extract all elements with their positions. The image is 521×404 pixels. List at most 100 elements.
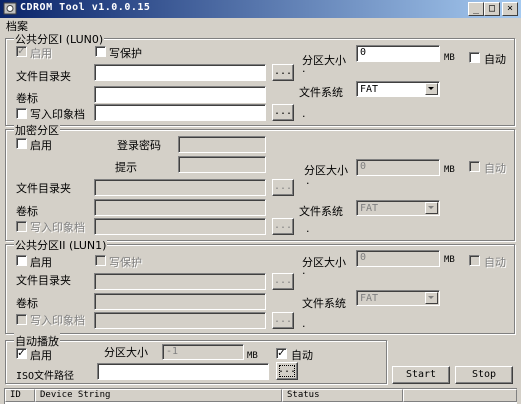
encrypted-fs-value: FAT — [360, 203, 379, 214]
encrypted-folder-input[interactable] — [94, 179, 266, 196]
public1-image-input[interactable] — [94, 104, 266, 121]
encrypted-volume-input[interactable] — [94, 199, 266, 216]
public2-folder-label: 文件目录夹 — [16, 274, 71, 287]
encrypted-write-image-checkbox[interactable] — [16, 221, 27, 232]
public1-write-protect-checkbox[interactable] — [95, 46, 106, 57]
public2-auto-checkbox[interactable] — [469, 255, 480, 266]
public2-image-dot: . — [302, 317, 306, 330]
chevron-down-icon — [425, 83, 438, 95]
encrypted-image-browse-button[interactable]: ... — [272, 218, 294, 235]
encrypted-partition-legend: 加密分区 — [14, 122, 60, 138]
encrypted-image-dot: . — [306, 222, 310, 235]
encrypted-fs-select[interactable]: FAT — [356, 200, 440, 216]
public2-size-dot: . — [302, 264, 306, 277]
device-list[interactable]: ID Device String Status — [4, 388, 517, 404]
autoplay-auto-checkbox[interactable]: ✓ — [276, 348, 287, 359]
public2-volume-input[interactable] — [94, 293, 266, 310]
public1-fs-label: 文件系统 — [299, 86, 343, 99]
iso-browse-button[interactable]: ... — [276, 362, 298, 380]
encrypted-write-image-label: 写入印象档 — [30, 221, 85, 234]
window-title: CDROM Tool v1.0.0.15 — [20, 2, 151, 13]
public2-enable-label: 启用 — [30, 256, 52, 269]
chevron-down-icon — [425, 202, 438, 214]
maximize-button[interactable]: □ — [484, 2, 500, 16]
autoplay-size-unit: MB — [247, 351, 258, 361]
public1-fs-value: FAT — [360, 84, 379, 95]
public1-fs-select[interactable]: FAT — [356, 81, 440, 97]
column-header-id[interactable]: ID — [5, 389, 35, 402]
public1-auto-checkbox[interactable] — [469, 52, 480, 63]
public2-folder-input[interactable] — [94, 273, 266, 290]
close-button[interactable]: × — [502, 2, 518, 16]
public1-enable-checkbox[interactable]: ✓ — [16, 46, 27, 57]
autoplay-size-input[interactable]: -1 — [162, 344, 244, 360]
public2-size-label: 分区大小 — [302, 256, 346, 269]
public2-folder-browse-button[interactable]: ... — [272, 273, 294, 290]
public1-folder-input[interactable] — [94, 64, 266, 81]
start-button[interactable]: Start — [392, 366, 450, 384]
public1-auto-label: 自动 — [484, 53, 506, 66]
public-partition-2-legend: 公共分区II (LUN1) — [14, 237, 108, 253]
public1-write-protect-label: 写保护 — [109, 47, 142, 60]
public2-fs-value: FAT — [360, 293, 379, 304]
encrypted-folder-browse-button[interactable]: ... — [272, 179, 294, 196]
public2-fs-label: 文件系统 — [302, 297, 346, 310]
public1-volume-input[interactable] — [94, 86, 266, 103]
public2-write-protect-label: 写保护 — [109, 256, 142, 269]
encrypted-password-label: 登录密码 — [117, 139, 161, 152]
encrypted-enable-label: 启用 — [30, 139, 52, 152]
chevron-down-icon — [425, 292, 438, 304]
encrypted-image-input[interactable] — [94, 218, 266, 235]
public1-size-unit: MB — [444, 53, 455, 63]
encrypted-volume-label: 卷标 — [16, 205, 38, 218]
menu-bar: 档案 — [0, 18, 521, 33]
public2-write-image-checkbox[interactable] — [16, 314, 27, 325]
encrypted-password-input[interactable] — [178, 136, 266, 153]
public1-size-label: 分区大小 — [302, 54, 346, 67]
public2-image-input[interactable] — [94, 312, 266, 329]
encrypted-hint-label: 提示 — [115, 161, 137, 174]
encrypted-folder-label: 文件目录夹 — [16, 182, 71, 195]
public1-image-dot: . — [302, 107, 306, 120]
public2-volume-label: 卷标 — [16, 297, 38, 310]
encrypted-size-unit: MB — [444, 165, 455, 175]
public1-size-input[interactable]: 0 — [356, 45, 440, 62]
encrypted-size-dot: . — [306, 174, 310, 187]
encrypted-hint-input[interactable] — [178, 156, 266, 173]
app-icon — [3, 2, 17, 15]
public2-write-protect-checkbox[interactable] — [95, 255, 106, 266]
public1-size-dot: . — [302, 62, 306, 75]
encrypted-enable-checkbox[interactable] — [16, 138, 27, 149]
public2-size-unit: MB — [444, 255, 455, 265]
minimize-button[interactable]: _ — [468, 2, 484, 16]
public2-enable-checkbox[interactable] — [16, 255, 27, 266]
column-header-filler — [403, 389, 517, 402]
public1-image-browse-button[interactable]: ... — [272, 104, 294, 121]
public2-auto-label: 自动 — [484, 256, 506, 269]
public1-volume-label: 卷标 — [16, 92, 38, 105]
autoplay-auto-label: 自动 — [291, 349, 313, 362]
iso-path-input[interactable] — [97, 363, 269, 380]
public2-write-image-label: 写入印象档 — [30, 314, 85, 327]
encrypted-size-label: 分区大小 — [304, 164, 348, 177]
public1-write-image-checkbox[interactable] — [16, 108, 27, 119]
public2-image-browse-button[interactable]: ... — [272, 312, 294, 329]
column-header-status[interactable]: Status — [282, 389, 403, 402]
public1-write-image-label: 写入印象档 — [30, 108, 85, 121]
encrypted-fs-label: 文件系统 — [299, 205, 343, 218]
encrypted-size-input[interactable]: 0 — [356, 159, 440, 176]
autoplay-enable-checkbox[interactable]: ✓ — [16, 348, 27, 359]
autoplay-enable-label: 启用 — [30, 349, 52, 362]
public-partition-1-legend: 公共分区I (LUN0) — [14, 31, 105, 47]
column-header-device-string[interactable]: Device String — [35, 389, 282, 402]
stop-button[interactable]: Stop — [455, 366, 513, 384]
encrypted-auto-label: 自动 — [484, 162, 506, 175]
autoplay-size-label: 分区大小 — [104, 346, 148, 359]
public1-folder-label: 文件目录夹 — [16, 70, 71, 83]
iso-path-label: ISO文件路径 — [16, 371, 75, 382]
public2-size-input[interactable]: 0 — [356, 250, 440, 267]
public1-enable-label: 启用 — [30, 47, 52, 60]
public2-fs-select[interactable]: FAT — [356, 290, 440, 306]
encrypted-auto-checkbox[interactable] — [469, 161, 480, 172]
public1-folder-browse-button[interactable]: ... — [272, 64, 294, 81]
